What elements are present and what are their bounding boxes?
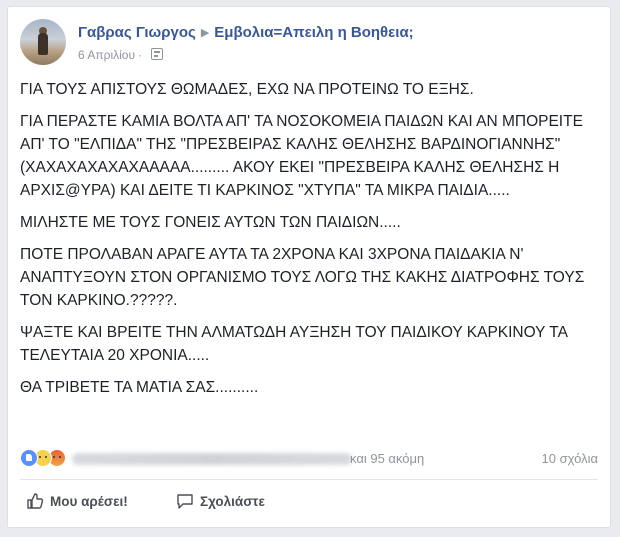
blurred-reactor-names (72, 453, 352, 465)
post-date-link[interactable]: 6 Απριλίου (78, 48, 135, 62)
author-name-link[interactable]: Γαβρας Γιωργος (78, 24, 196, 41)
post-actions: Μου αρέσει! Σχολιάστε (20, 483, 598, 519)
thumbs-up-icon (27, 493, 44, 509)
post-title-line: Γαβρας Γιωργος ▶ Εμβολια=Απειλη η Βοηθεια; (78, 24, 414, 41)
post-stats: και 95 ακόμη 10 σχόλια (20, 445, 598, 473)
post-paragraph: ΜΙΛΗΣΤΕ ΜΕ ΤΟΥΣ ΓΟΝΕΙΣ ΑΥΤΩΝ ΤΩΝ ΠΑΙΔΙΩΝ… (20, 214, 401, 231)
group-name-link[interactable]: Εμβολια=Απειλη η Βοηθεια; (214, 24, 413, 41)
post-paragraph: ΨΑΞΤΕ ΚΑΙ ΒΡΕΙΤΕ ΤΗΝ ΑΛΜΑΤΩΔΗ ΑΥΞΗΣΗ ΤΟΥ… (20, 324, 568, 364)
like-button-label: Μου αρέσει! (50, 493, 128, 509)
like-button[interactable]: Μου αρέσει! (26, 489, 128, 513)
post-card: Γαβρας Γιωργος ▶ Εμβολια=Απειλη η Βοηθεια;… (7, 6, 611, 528)
caret-right-icon: ▶ (200, 27, 210, 39)
group-audience-icon[interactable] (151, 48, 164, 60)
comment-button-label: Σχολιάστε (200, 493, 265, 509)
post-paragraph: ΘΑ ΤΡΙΒΕΤΕ ΤΑ ΜΑΤΙΑ ΣΑΣ.......... (20, 379, 259, 396)
comment-bubble-icon (177, 494, 193, 509)
author-avatar[interactable] (20, 19, 66, 65)
comment-button[interactable]: Σχολιάστε (176, 489, 265, 513)
post-paragraph: ΠΟΤΕ ΠΡΟΛΑΒΑΝ ΑΡΑΓΕ ΑΥΤΑ ΤΑ 2ΧΡΟΝΑ ΚΑΙ 3… (20, 246, 585, 309)
post-body: ΓΙΑ ΤΟΥΣ ΑΠΙΣΤΟΥΣ ΘΩΜΑΔΕΣ, ΕΧΩ ΝΑ ΠΡΟΤΕΙ… (20, 78, 600, 408)
post-meta: 6 Απριλίου · (78, 47, 164, 62)
reactions-count-link[interactable]: και 95 ακόμη (350, 451, 424, 466)
comments-count-link[interactable]: 10 σχόλια (542, 451, 598, 466)
post-paragraph: ΓΙΑ ΤΟΥΣ ΑΠΙΣΤΟΥΣ ΘΩΜΑΔΕΣ, ΕΧΩ ΝΑ ΠΡΟΤΕΙ… (20, 81, 474, 98)
actions-divider (20, 479, 598, 480)
avatar-figure (38, 33, 48, 55)
post-header: Γαβρας Γιωργος ▶ Εμβολια=Απειλη η Βοηθεια;… (20, 19, 598, 69)
like-reaction-icon[interactable] (20, 449, 38, 467)
meta-separator: · (138, 48, 143, 62)
post-paragraph: ΓΙΑ ΠΕΡΑΣΤΕ ΚΑΜΙΑ ΒΟΛΤΑ ΑΠ' ΤΑ ΝΟΣΟΚΟΜΕΙ… (20, 113, 583, 199)
